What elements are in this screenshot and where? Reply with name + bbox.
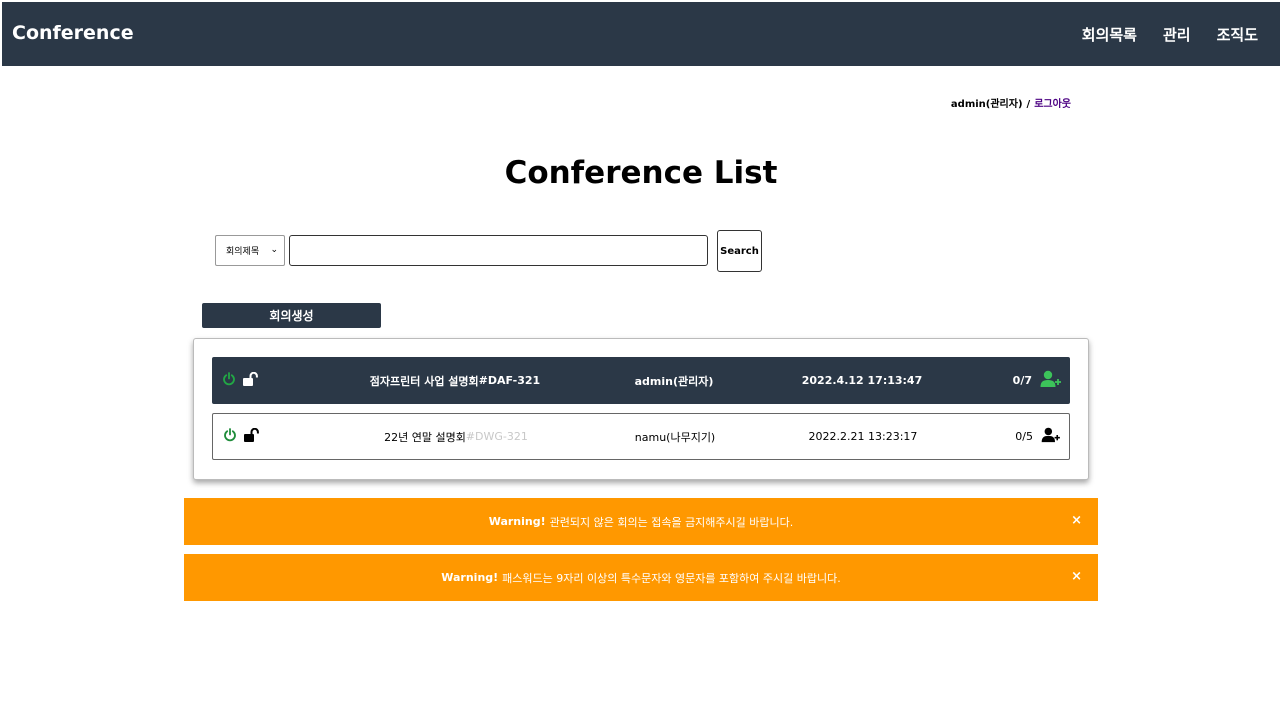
search-button[interactable]: Search	[717, 230, 762, 272]
current-user: admin(관리자)	[950, 99, 1023, 110]
warning-alert: Warning! 관련되지 않은 회의는 접속을 금지해주시길 바랍니다. ×	[184, 498, 1098, 545]
top-navbar: Conference 회의목록 관리 조직도	[2, 2, 1280, 66]
conference-name: 점자프린터 사업 설명회	[369, 374, 479, 388]
alert-prefix: Warning!	[488, 515, 546, 528]
close-icon[interactable]: ×	[1071, 569, 1082, 584]
alert-message: 패스워드는 9자리 이상의 특수문자와 영문자를 포함하여 주시길 바랍니다.	[502, 571, 841, 585]
logout-link[interactable]: 로그아웃	[1034, 99, 1071, 110]
search-select-value: 회의제목	[226, 247, 260, 257]
warning-alert: Warning! 패스워드는 9자리 이상의 특수문자와 영문자를 포함하여 주…	[184, 554, 1098, 601]
conference-name: 22년 연말 설명회	[384, 430, 466, 444]
nav-link-org-chart[interactable]: 조직도	[1217, 24, 1258, 45]
conference-row[interactable]: 22년 연말 설명회 #DWG-321 namu(나무지기) 2022.2.21 …	[212, 413, 1070, 460]
conference-host: admin(관리자)	[634, 374, 714, 388]
user-separator: /	[1026, 99, 1031, 110]
conference-date: 2022.4.12 17:13:47	[801, 374, 923, 387]
chevron-down-icon: ⌄	[270, 245, 278, 255]
page-title: Conference List	[504, 155, 778, 191]
nav-link-admin[interactable]: 관리	[1163, 24, 1191, 45]
search-field-select[interactable]: 회의제목 ⌄	[215, 235, 285, 266]
participant-count: 0/7	[1012, 374, 1032, 387]
participant-count: 0/5	[1015, 430, 1033, 443]
user-plus-icon[interactable]	[1040, 370, 1062, 391]
close-icon[interactable]: ×	[1071, 513, 1082, 528]
brand-logo[interactable]: Conference	[12, 22, 134, 44]
user-plus-icon[interactable]	[1041, 427, 1061, 446]
conference-code: #DAF-321	[478, 374, 541, 387]
participant-count-group: 0/7	[1013, 357, 1062, 404]
conference-list: 점자프린터 사업 설명회 #DAF-321 admin(관리자) 2022.4.1…	[193, 338, 1089, 480]
create-conference-button[interactable]: 회의생성	[202, 303, 381, 328]
nav-menu: 회의목록 관리 조직도	[1082, 24, 1258, 45]
alert-message: 관련되지 않은 회의는 접속을 금지해주시길 바랍니다.	[549, 515, 794, 529]
conference-date: 2022.2.21 13:23:17	[808, 430, 918, 443]
conference-host: namu(나무지기)	[634, 430, 716, 444]
conference-code: #DWG-321	[465, 430, 528, 443]
nav-link-conference-list[interactable]: 회의목록	[1082, 24, 1137, 45]
alert-prefix: Warning!	[441, 571, 499, 584]
user-status: admin(관리자) / 로그아웃	[951, 95, 1071, 110]
conference-row[interactable]: 점자프린터 사업 설명회 #DAF-321 admin(관리자) 2022.4.1…	[212, 357, 1070, 404]
search-input[interactable]	[289, 235, 708, 266]
participant-count-group: 0/5	[1015, 414, 1061, 459]
